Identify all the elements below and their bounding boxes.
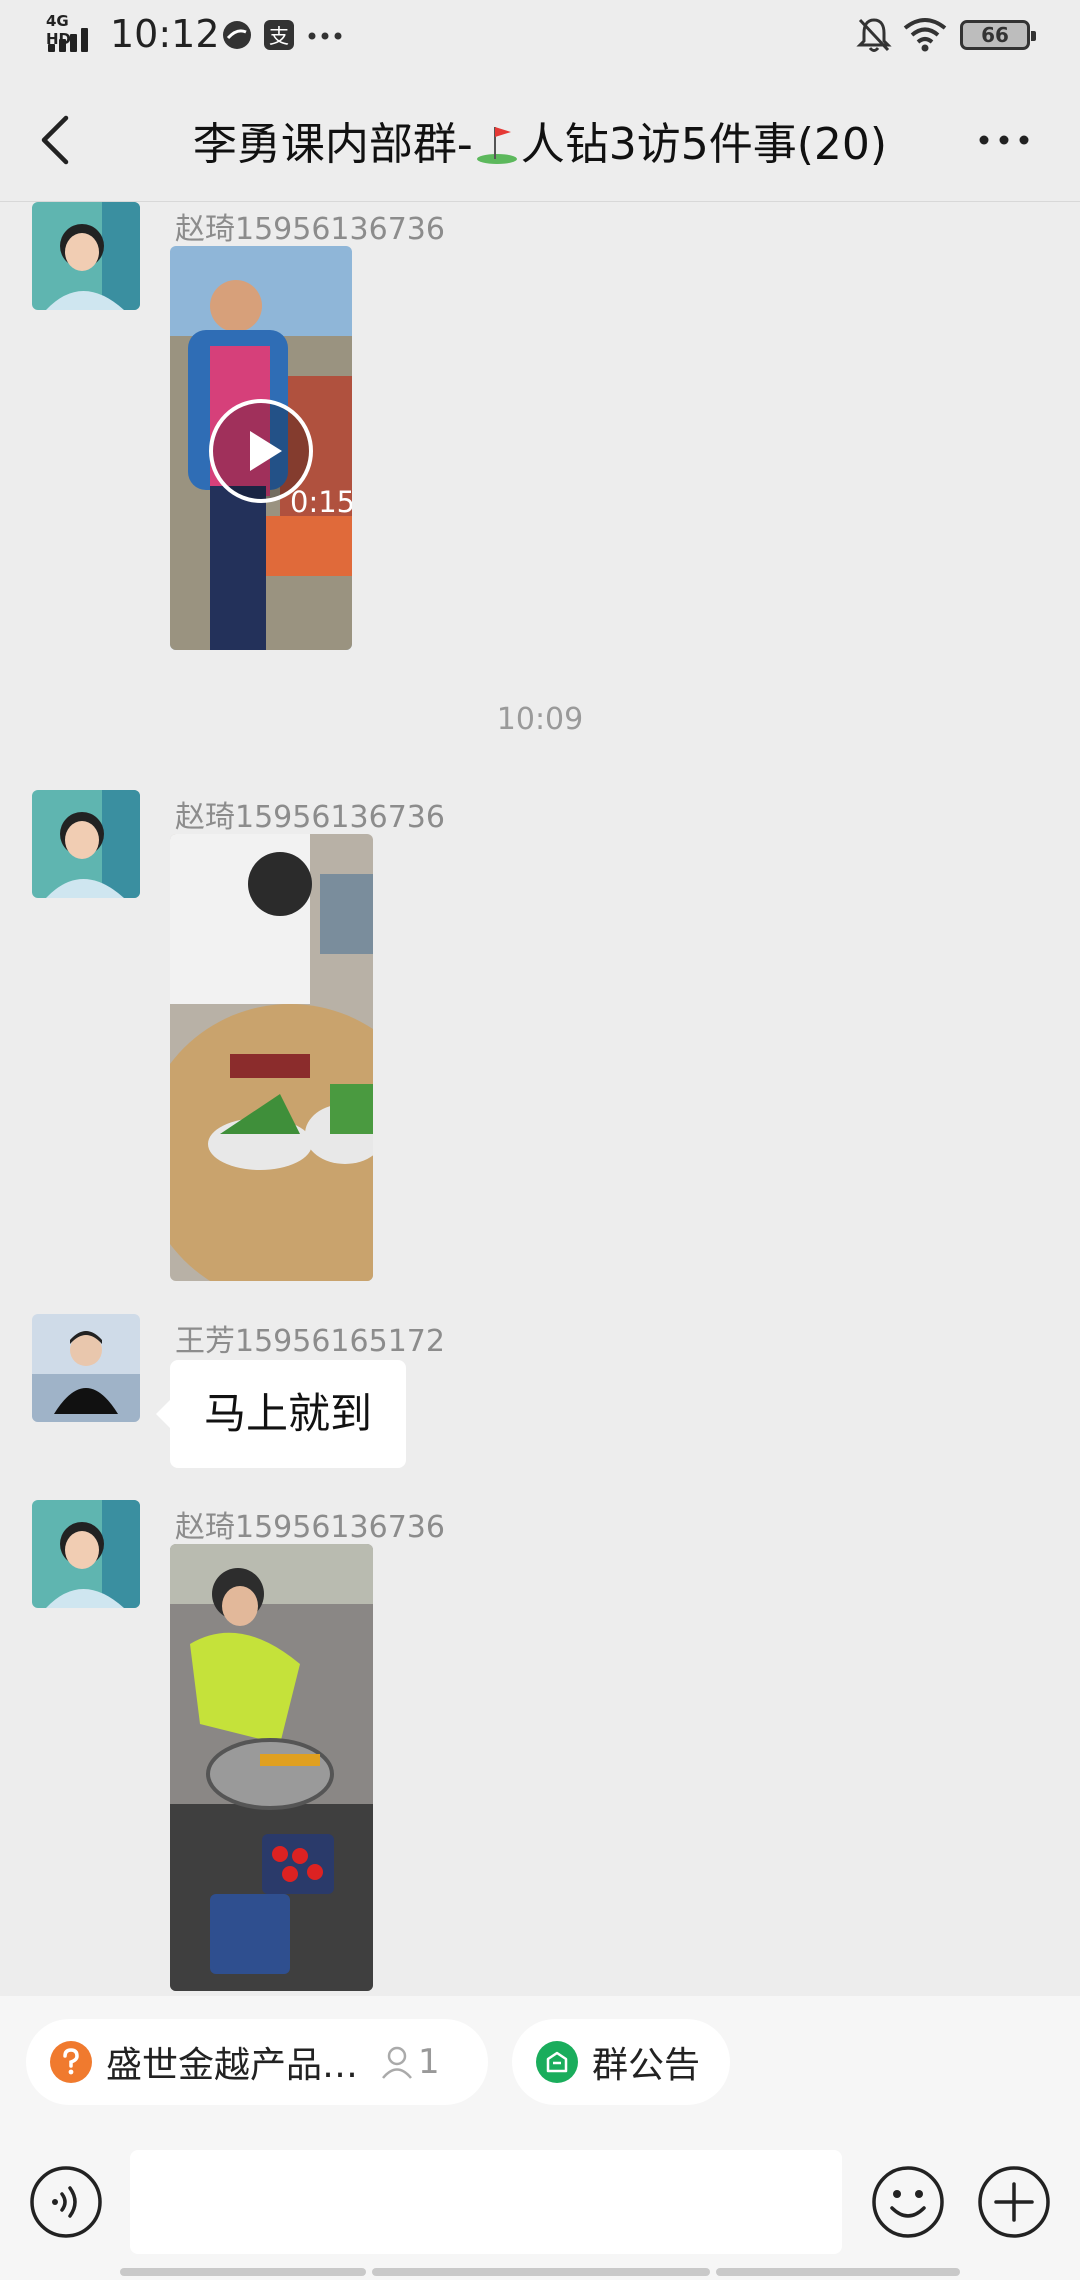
app-notification-icon xyxy=(220,18,254,52)
alipay-notification-icon: 支 xyxy=(262,18,296,52)
network-indicator: 4G HD xyxy=(46,12,98,54)
sender-name: 王芳15956165172 xyxy=(175,1324,445,1359)
input-bar xyxy=(0,2106,1080,2280)
play-icon[interactable] xyxy=(206,396,316,506)
text-bubble[interactable]: 马上就到 xyxy=(155,1360,407,1468)
question-icon xyxy=(50,2041,92,2083)
announcement-icon xyxy=(536,2041,578,2083)
group-shortcuts: 盛世金越产品… 1 群公告 xyxy=(0,1996,1080,2106)
group-announcement-label: 群公告 xyxy=(592,2045,701,2086)
message-text: 马上就到 xyxy=(204,1389,373,1438)
chat-header: 李勇课内部群- 人钻3访5件事(20) xyxy=(0,72,1080,202)
status-time: 10:12 xyxy=(110,12,220,56)
video-message[interactable]: 0:15 xyxy=(170,246,352,650)
avatar[interactable] xyxy=(32,202,140,310)
chat-title-prefix: 李勇课内部群- xyxy=(192,119,473,170)
avatar[interactable] xyxy=(32,1314,140,1422)
voice-input-icon[interactable] xyxy=(28,2164,104,2240)
emoji-icon[interactable] xyxy=(870,2164,946,2240)
message-input[interactable] xyxy=(130,2150,842,2254)
person-icon xyxy=(380,2045,414,2079)
pinned-item-chip[interactable]: 盛世金越产品… 1 xyxy=(26,2019,488,2105)
gesture-bar-left xyxy=(120,2268,366,2276)
sender-name: 赵琦15956136736 xyxy=(175,212,445,247)
more-notifications-icon xyxy=(306,18,342,52)
group-announcement-chip[interactable]: 群公告 xyxy=(512,2019,730,2105)
signal-icon xyxy=(48,28,94,52)
svg-text:支: 支 xyxy=(269,24,289,48)
image-message[interactable] xyxy=(170,834,373,1281)
back-arrow-icon[interactable] xyxy=(36,112,76,168)
avatar[interactable] xyxy=(32,1500,140,1608)
sender-name: 赵琦15956136736 xyxy=(175,1510,445,1545)
time-divider: 10:09 xyxy=(496,702,584,737)
wifi-icon xyxy=(902,16,948,54)
avatar[interactable] xyxy=(32,790,140,898)
battery-indicator: 66 xyxy=(960,20,1036,50)
pinned-item-label: 盛世金越产品… xyxy=(106,2045,359,2086)
gesture-bar-center xyxy=(372,2268,710,2276)
chat-title-suffix: 人钻3访5件事(20) xyxy=(520,119,888,170)
image-message[interactable] xyxy=(170,1544,373,1991)
mute-bell-icon xyxy=(856,16,892,54)
participant-count: 1 xyxy=(418,2042,440,2082)
status-bar: 4G HD 10:12 支 66 xyxy=(0,0,1080,72)
chat-title: 李勇课内部群- 人钻3访5件事(20) xyxy=(170,108,910,172)
sender-name: 赵琦15956136736 xyxy=(175,800,445,835)
more-options-icon[interactable] xyxy=(976,130,1032,150)
golf-flag-icon xyxy=(473,121,521,165)
gesture-bar-right xyxy=(716,2268,960,2276)
add-attachment-icon[interactable] xyxy=(976,2164,1052,2240)
